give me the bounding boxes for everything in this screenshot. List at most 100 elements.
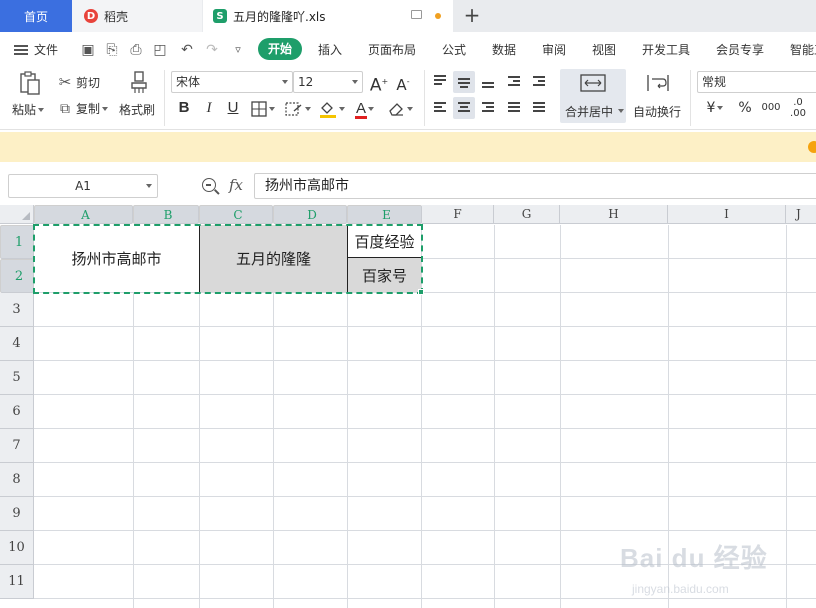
menu-tab-start[interactable]: 开始 xyxy=(258,38,302,60)
redo-icon[interactable]: ↷ xyxy=(204,42,220,58)
column-header-b[interactable]: B xyxy=(133,205,199,224)
tab-file-label: 五月的隆隆吖.xls xyxy=(233,9,326,24)
increase-decimal-button[interactable]: .0.00 xyxy=(786,97,810,119)
format-painter-label-wrap[interactable]: 格式刷 xyxy=(119,101,155,118)
paste-icon xyxy=(20,71,40,95)
column-header-j[interactable]: J xyxy=(786,205,816,224)
tab-daoke[interactable]: D 稻壳 xyxy=(72,0,202,32)
column-header-h[interactable]: H xyxy=(560,205,668,224)
paste-dropdown[interactable]: 粘贴 xyxy=(12,101,45,118)
column-header-c[interactable]: C xyxy=(199,205,273,224)
row-header-10[interactable]: 10 xyxy=(0,531,34,565)
italic-button[interactable]: I xyxy=(199,97,219,119)
justify-button[interactable] xyxy=(503,97,525,119)
underline-button[interactable]: U xyxy=(223,97,243,119)
merge-center-button[interactable]: 合并居中 xyxy=(560,69,626,123)
row-header-4[interactable]: 4 xyxy=(0,327,34,361)
fill-handle[interactable] xyxy=(418,289,424,295)
increase-decimal-icon: .0 xyxy=(793,97,803,108)
row-header-11[interactable]: 11 xyxy=(0,565,34,599)
file-menu-button[interactable]: 文件 xyxy=(14,41,58,58)
menu-tab-review[interactable]: 审阅 xyxy=(542,41,566,58)
clear-format-button[interactable] xyxy=(385,97,415,119)
menu-tab-member[interactable]: 会员专享 xyxy=(716,41,764,58)
new-tab-plus-icon[interactable]: + xyxy=(462,5,482,25)
cell-e1[interactable]: 百度经验 xyxy=(347,225,421,258)
align-center-button[interactable] xyxy=(453,97,475,119)
align-top-button[interactable] xyxy=(429,71,451,93)
row-header-7[interactable]: 7 xyxy=(0,429,34,463)
cell-e2-text: 百家号 xyxy=(361,266,407,285)
column-header-a[interactable]: A xyxy=(34,205,133,224)
menu-tab-developer[interactable]: 开发工具 xyxy=(642,41,690,58)
cell-a1-merged[interactable]: 扬州市高邮市 xyxy=(34,225,199,292)
row-header-1[interactable]: 1 xyxy=(0,225,34,259)
grow-font-button[interactable]: A+ xyxy=(369,71,389,96)
row-header-9[interactable]: 9 xyxy=(0,497,34,531)
column-header-d[interactable]: D xyxy=(273,205,347,224)
row-header-6[interactable]: 6 xyxy=(0,395,34,429)
column-header-f[interactable]: F xyxy=(422,205,494,224)
increase-indent-button[interactable] xyxy=(528,71,550,93)
paste-button[interactable] xyxy=(12,70,48,96)
menu-tab-data[interactable]: 数据 xyxy=(492,41,516,58)
align-right-button[interactable] xyxy=(477,97,499,119)
grid-line xyxy=(34,360,816,361)
fill-color-button[interactable] xyxy=(318,97,346,119)
zoom-search-icon[interactable] xyxy=(202,178,216,192)
copy-button[interactable]: ⧉ 复制 xyxy=(56,100,109,117)
column-header-i[interactable]: I xyxy=(668,205,786,224)
name-box[interactable]: A1 xyxy=(8,174,158,198)
quick-access-dropdown-icon[interactable]: ▿ xyxy=(230,42,246,58)
font-color-button[interactable]: A xyxy=(351,97,379,119)
row-header-3[interactable]: 3 xyxy=(0,293,34,327)
currency-button[interactable]: ¥ xyxy=(700,97,730,119)
number-format-select[interactable]: 常规 xyxy=(697,71,816,93)
align-left-button[interactable] xyxy=(429,97,451,119)
align-middle-button[interactable] xyxy=(453,71,475,93)
distributed-align-button[interactable] xyxy=(528,97,550,119)
select-all-corner[interactable] xyxy=(0,205,34,224)
menu-tab-page-layout[interactable]: 页面布局 xyxy=(368,41,416,58)
scissors-icon: ✂ xyxy=(58,73,72,91)
wrap-text-button[interactable]: 自动换行 xyxy=(632,69,684,123)
print-preview-icon[interactable]: ◰ xyxy=(152,42,168,58)
monitor-icon[interactable] xyxy=(411,10,422,19)
menu-tab-view[interactable]: 视图 xyxy=(592,41,616,58)
align-bottom-button[interactable] xyxy=(477,71,499,93)
shrink-font-button[interactable]: A- xyxy=(393,71,413,94)
row-header-2[interactable]: 2 xyxy=(0,259,34,293)
font-name-select[interactable]: 宋体 xyxy=(171,71,293,93)
save-icon[interactable]: ▣ xyxy=(80,42,96,58)
formula-input[interactable]: 扬州市高邮市 xyxy=(254,173,816,199)
tab-home[interactable]: 首页 xyxy=(0,0,72,32)
cell-e2[interactable]: 百家号 xyxy=(347,258,421,292)
format-painter-button[interactable] xyxy=(120,70,158,94)
grid-line xyxy=(560,225,561,608)
cell-style-button[interactable] xyxy=(283,97,313,119)
row-header-8[interactable]: 8 xyxy=(0,463,34,497)
fx-icon[interactable]: fx xyxy=(229,176,243,194)
font-size-select[interactable]: 12 xyxy=(293,71,363,93)
tab-file[interactable]: S 五月的隆隆吖.xls xyxy=(203,0,453,32)
print-icon[interactable]: ⎙ xyxy=(128,42,144,58)
menu-tab-insert[interactable]: 插入 xyxy=(318,41,342,58)
percent-button[interactable]: % xyxy=(735,97,755,119)
undo-icon[interactable]: ↶ xyxy=(179,42,195,58)
bold-button[interactable]: B xyxy=(174,97,194,119)
row-header-5[interactable]: 5 xyxy=(0,361,34,395)
notification-badge-icon[interactable] xyxy=(808,141,816,153)
cell-style-icon xyxy=(285,101,302,116)
cell-c1-merged[interactable]: 五月的隆隆 xyxy=(199,225,347,292)
export-icon[interactable]: ⎘ xyxy=(104,42,120,58)
format-painter-icon xyxy=(131,71,147,93)
column-header-e[interactable]: E xyxy=(347,205,422,224)
column-header-g[interactable]: G xyxy=(494,205,560,224)
decrease-indent-button[interactable] xyxy=(503,71,525,93)
menu-bar: 文件 ▣ ⎘ ⎙ ◰ ↶ ↷ ▿ 开始 插入 页面布局 公式 数据 审阅 视图 … xyxy=(0,32,816,66)
menu-tab-smart-tools[interactable]: 智能工具箱 xyxy=(790,41,816,58)
thousands-separator-button[interactable]: 000 xyxy=(759,97,783,119)
cut-button[interactable]: ✂ 剪切 xyxy=(56,73,100,91)
menu-tab-formula[interactable]: 公式 xyxy=(442,41,466,58)
borders-button[interactable] xyxy=(249,97,277,119)
